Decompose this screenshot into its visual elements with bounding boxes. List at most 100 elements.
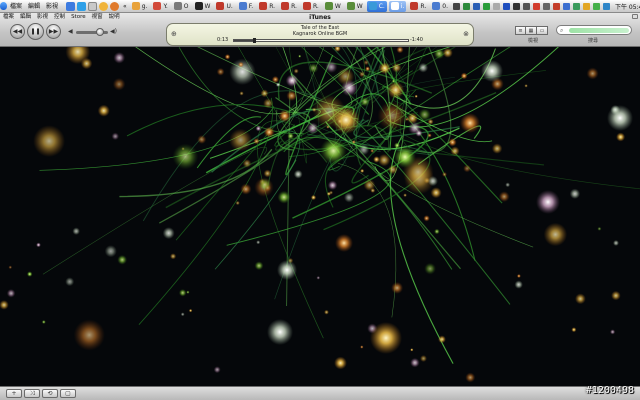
- menu-edit[interactable]: 編輯: [25, 0, 43, 12]
- visualizer-particle: [378, 62, 391, 75]
- visualizer-particle: [104, 245, 117, 258]
- user-icon[interactable]: [563, 2, 571, 10]
- itunes-visualizer[interactable]: [0, 47, 640, 386]
- visualizer-particle: [360, 168, 365, 173]
- itunes-menu-controls[interactable]: 控制: [54, 14, 65, 21]
- shield-icon[interactable]: [463, 2, 471, 10]
- taskbar-window-5[interactable]: F.: [237, 1, 255, 12]
- play-pause-button[interactable]: ❚❚: [27, 23, 44, 40]
- visualizer-particle: [285, 74, 299, 87]
- taskbar-window-8[interactable]: R.: [301, 1, 321, 12]
- taskbar-window-12[interactable]: i.: [388, 0, 407, 12]
- menu-view[interactable]: 影視: [43, 0, 61, 12]
- view-label: 檢視: [528, 38, 539, 44]
- apple-menu-icon[interactable]: [0, 0, 7, 12]
- visualizer-particle: [253, 138, 260, 145]
- taskbar-window-1[interactable]: Y.: [151, 1, 169, 12]
- flag-icon[interactable]: [533, 2, 541, 10]
- visualizer-strand: [341, 105, 534, 248]
- search-input[interactable]: ⌕: [556, 25, 632, 35]
- visualizer-particle: [359, 71, 365, 78]
- elapsed-time: 0:13: [217, 37, 229, 43]
- next-track-button[interactable]: ▶▶: [46, 24, 61, 39]
- smiley-icon[interactable]: [99, 1, 109, 11]
- activity-icon[interactable]: ⊗: [463, 30, 469, 38]
- visualizer-particle: [263, 169, 272, 178]
- itunes-menu-window[interactable]: 視窗: [92, 14, 103, 21]
- msn-icon[interactable]: [593, 2, 601, 10]
- visualizer-particle: [396, 47, 404, 54]
- finder-icon[interactable]: [66, 1, 76, 11]
- add-playlist-button[interactable]: +: [6, 389, 22, 398]
- visualizer-particle: [344, 192, 354, 203]
- globe-icon[interactable]: [603, 2, 611, 10]
- wifi-icon[interactable]: [513, 2, 521, 10]
- taskbar-window-4[interactable]: U.: [214, 1, 234, 12]
- update-icon[interactable]: [583, 2, 591, 10]
- taskbar-window-10[interactable]: W: [345, 1, 365, 12]
- visualizer-particle: [394, 142, 401, 149]
- menu-file[interactable]: 檔案: [7, 0, 25, 12]
- visualizer-particle: [298, 54, 302, 58]
- search-icon: ⌕: [560, 27, 564, 34]
- chat-icon[interactable]: [483, 2, 491, 10]
- itunes-menu-store[interactable]: Store: [71, 14, 86, 21]
- network-icon[interactable]: [473, 2, 481, 10]
- taskbar-window-3[interactable]: W: [193, 1, 213, 12]
- visualizer-particle: [360, 345, 364, 349]
- artwork-icon: ▢: [65, 389, 71, 397]
- sync-icon[interactable]: [573, 2, 581, 10]
- view-list-button[interactable]: ≡: [515, 26, 526, 35]
- visualizer-particle: [514, 280, 523, 289]
- visualizer-particle: [341, 79, 358, 97]
- previous-track-button[interactable]: ◀◀: [10, 24, 25, 39]
- visualizer-particle: [370, 149, 375, 153]
- window-app-icon: [131, 2, 140, 10]
- visualizer-particle: [235, 200, 240, 206]
- printer-icon[interactable]: [543, 2, 551, 10]
- now-playing-display[interactable]: iTunes ⊕ Tale of the East Kagnarok Onlin…: [166, 14, 474, 46]
- taskbar-window-2[interactable]: O: [172, 1, 191, 12]
- view-grid-button[interactable]: ▦: [526, 26, 537, 35]
- bluetooth-icon[interactable]: [503, 2, 511, 10]
- visualizer-particle: [72, 227, 80, 235]
- repeat-button[interactable]: ⟲: [42, 389, 58, 398]
- visualizer-glow-orb: [335, 234, 353, 252]
- taskbar-chevron-icon[interactable]: «: [120, 0, 130, 12]
- volume-icon[interactable]: [523, 2, 531, 10]
- mail-icon[interactable]: [88, 1, 98, 11]
- battery-icon[interactable]: [493, 2, 501, 10]
- volume-slider-knob[interactable]: [96, 28, 104, 36]
- taskbar-window-13[interactable]: R.: [408, 1, 428, 12]
- visualizer-particle: [363, 59, 369, 66]
- taskbar-window-0[interactable]: g.: [130, 1, 150, 12]
- antivirus-icon[interactable]: [553, 2, 561, 10]
- visualizer-particle: [229, 128, 252, 152]
- clock[interactable]: 下午 05:49: [612, 2, 640, 11]
- window-app-icon: [410, 2, 419, 10]
- safari-icon[interactable]: [77, 1, 87, 11]
- taskbar-window-7[interactable]: R.: [279, 1, 299, 12]
- taskbar-window-label: Y.: [163, 2, 168, 10]
- song-progress-knob[interactable]: [253, 38, 257, 43]
- itunes-menu-file[interactable]: 檔案: [3, 14, 14, 21]
- visualizer-particle: [240, 183, 252, 195]
- taskbar-window-11[interactable]: C.: [366, 0, 387, 12]
- taskbar-window-label: 0.: [442, 2, 448, 10]
- shuffle-button[interactable]: ⤨: [24, 389, 40, 398]
- taskbar-window-6[interactable]: R.: [257, 1, 277, 12]
- zoom-button[interactable]: [632, 14, 638, 19]
- firefox-icon[interactable]: [110, 1, 120, 11]
- pencil-icon[interactable]: [453, 2, 461, 10]
- visualizer-particle: [575, 293, 586, 305]
- itunes-menu-view[interactable]: 影視: [37, 14, 48, 21]
- artwork-button[interactable]: ▢: [60, 389, 76, 398]
- visualizer-particle: [387, 81, 405, 99]
- taskbar-window-14[interactable]: 0.: [430, 1, 450, 12]
- itunes-menu-help[interactable]: 說明: [109, 14, 120, 21]
- itunes-menu-edit[interactable]: 編輯: [20, 14, 31, 21]
- song-progress-bar[interactable]: [233, 38, 409, 43]
- view-coverflow-button[interactable]: ▭: [537, 26, 548, 35]
- visualizer-particle: [113, 52, 126, 64]
- taskbar-window-9[interactable]: W: [323, 1, 343, 12]
